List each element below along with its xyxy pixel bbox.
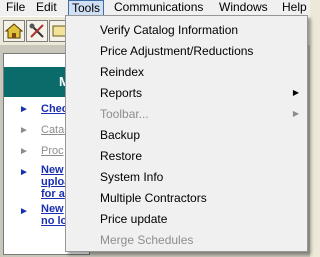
tools-button[interactable] [26, 20, 48, 42]
panel-link-4-line-3[interactable]: for a [41, 188, 65, 200]
menu-help[interactable]: Help [282, 0, 307, 15]
panel-link-5-line-2[interactable]: no lo [41, 215, 67, 227]
panel-link-2[interactable]: Catal [41, 124, 67, 136]
menu-item-toolbar: Toolbar... [100, 107, 149, 121]
panel-link-1[interactable]: Chec [41, 103, 68, 115]
home-icon [4, 23, 24, 39]
menu-item-system-info[interactable]: System Info [100, 168, 163, 186]
panel-link-4-line-1[interactable]: New [41, 164, 64, 176]
menu-communications[interactable]: Communications [114, 0, 203, 15]
menu-item-verify-catalog[interactable]: Verify Catalog Information [100, 21, 238, 39]
arrow-icon: ► [19, 125, 29, 136]
menu-bar: File Edit Tools Communications Windows H… [0, 0, 310, 16]
arrow-icon: ► [19, 146, 29, 157]
menu-item-reports[interactable]: Reports [100, 84, 142, 102]
menu-windows[interactable]: Windows [219, 0, 268, 15]
menu-item-multiple-contractors[interactable]: Multiple Contractors [100, 189, 207, 207]
tools-dropdown-menu: Verify Catalog Information Price Adjustm… [65, 15, 308, 252]
panel-link-3[interactable]: Proc [41, 145, 64, 157]
menu-item-restore[interactable]: Restore [100, 147, 142, 165]
tools-icon [29, 23, 44, 38]
menu-item-price-adjustment[interactable]: Price Adjustment/Reductions [100, 42, 253, 60]
menu-item-price-update[interactable]: Price update [100, 210, 167, 228]
menu-tools[interactable]: Tools [68, 0, 105, 16]
arrow-icon: ► [19, 104, 29, 115]
home-button[interactable] [3, 20, 25, 42]
submenu-arrow-icon: ▶ [292, 88, 299, 97]
arrow-icon: ► [19, 167, 29, 178]
arrow-icon: ► [19, 206, 29, 217]
menu-item-merge-schedules: Merge Schedules [100, 233, 194, 247]
menu-file[interactable]: File [6, 0, 25, 15]
submenu-arrow-icon: ▶ [292, 109, 299, 118]
menu-item-backup[interactable]: Backup [100, 126, 140, 144]
menu-item-reindex[interactable]: Reindex [100, 63, 144, 81]
menu-edit[interactable]: Edit [36, 0, 57, 15]
panel-link-5-line-1[interactable]: New [41, 203, 64, 215]
